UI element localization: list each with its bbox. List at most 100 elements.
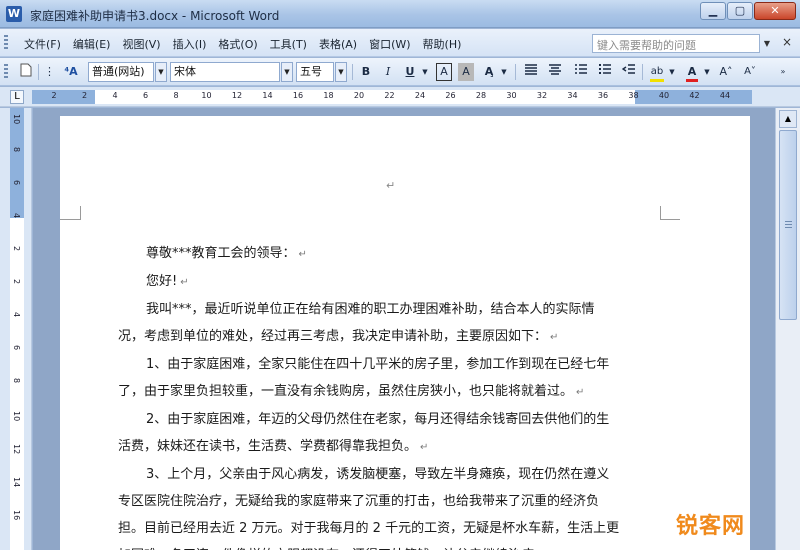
character-shading-button[interactable]: A [458,63,474,81]
new-document-icon[interactable] [18,63,34,81]
ruler-number: 22 [384,91,395,100]
font-size-combo[interactable]: 五号 [296,62,334,82]
document-body[interactable]: 尊敬***教育工会的领导： ↵ 您好! ↵ 我叫***，最近听说单位正在给有困难的职工办… [118,240,658,550]
ruler-number: 28 [475,91,487,100]
ruler-number: 38 [628,91,639,100]
menu-edit[interactable]: 编辑(E) [73,36,111,52]
vruler-number: 4 [12,213,21,219]
scroll-thumb-grip [785,221,792,229]
toolbar-options-chevron-icon[interactable]: » [776,63,790,81]
vruler-number: 12 [12,444,21,455]
shrink-font-button[interactable]: A˅ [740,63,760,81]
vruler-number: 2 [12,279,21,285]
ruler-number: 30 [506,91,517,100]
distribute-align-icon[interactable] [546,63,564,81]
close-button[interactable]: ✕ [754,2,796,20]
justify-icon[interactable] [522,63,540,81]
style-combo[interactable]: 普通(网站) [88,62,154,82]
menu-table[interactable]: 表格(A) [319,36,357,52]
decrease-indent-icon[interactable] [620,63,638,81]
vertical-scrollbar[interactable]: ▲ [775,108,800,550]
bold-button[interactable]: B [358,63,374,81]
tab-selector[interactable]: L [10,90,24,104]
highlight-color-swatch [650,79,664,82]
ruler-number: 42 [689,91,700,100]
menu-tools[interactable]: 工具(T) [270,36,307,52]
ruler-number: 14 [262,91,273,100]
document-line[interactable]: 况，考虑到单位的难处，经过再三考虑，我决定申请补助，主要原因如下： ↵ [118,323,658,351]
ruler-number: 26 [445,91,456,100]
font-color-button[interactable]: A [684,63,700,82]
document-line[interactable]: 担。目前已经用去近 2 万元。对于我每月的 2 千元的工资，无疑是杯水车薪，生活… [118,515,658,542]
vruler-number: 10 [12,114,21,125]
document-line[interactable]: 了，由于家里负担较重，一直没有余钱购房，虽然住房狭小，也只能将就着过。 ↵ [118,378,658,406]
ruler-number: 16 [292,91,304,100]
bulleted-list-icon[interactable] [596,63,614,81]
scroll-up-button[interactable]: ▲ [779,110,797,128]
document-line[interactable]: 3、上个月，父亲由于风心病发，诱发脑梗塞，导致左半身瘫痪，现在仍然在遵义 [118,461,658,488]
document-line[interactable]: 尊敬***教育工会的领导： ↵ [118,240,658,268]
ruler-number: 6 [142,91,149,100]
document-line[interactable]: 您好! ↵ [118,268,658,296]
document-page[interactable]: ↵ 尊敬***教育工会的领导： ↵ 您好! ↵ 我叫***，最近听说单位正在给有困难的职… [60,116,750,550]
window-controls: ▁ ▢ ✕ [700,2,796,20]
document-line-text: 尊敬***教育工会的领导： [146,246,296,261]
document-line[interactable]: 专区医院住院治疗，无疑给我的家庭带来了沉重的打击，也给我带来了沉重的经济负 [118,488,658,515]
toolbar-grip-handle[interactable] [4,64,8,80]
document-line[interactable]: 加困难，冬天连一件像样的衣服都没有，还得四处筹钱，让父亲继续治疗。↵ [118,542,658,550]
document-line[interactable]: 1、由于家庭困难，全家只能住在四十几平米的房子里，参加工作到现在已经七年 [118,351,658,378]
minimize-button[interactable]: ▁ [700,2,726,20]
character-scale-button[interactable]: A̧ [480,63,498,81]
grow-font-button[interactable]: A˄ [716,63,736,81]
underline-dropdown-arrow[interactable]: ▼ [420,63,430,81]
vruler-number: 2 [12,246,21,252]
paragraph-mark: ↵ [386,179,396,192]
menu-format[interactable]: 格式(O) [218,36,257,52]
horizontal-ruler[interactable]: L 2 2 4 6 8 10 12 14 16 18 20 22 24 26 28 30 32 34 36 38 40 4… [0,87,800,107]
help-dropdown-arrow[interactable]: ▼ [760,34,774,53]
document-line-text: 我叫***，最近听说单位正在给有困难的职工办理困难补助，结合本人的实际情 [146,302,595,317]
menu-grip-handle[interactable] [4,35,8,51]
paragraph-mark: ↵ [550,332,559,343]
toolbar-separator [38,64,39,80]
vruler-number: 14 [12,477,21,488]
vertical-ruler[interactable]: 10 8 6 4 2 2 4 6 8 10 12 14 16 [0,108,32,550]
document-canvas[interactable]: ↵ 尊敬***教育工会的领导： ↵ 您好! ↵ 我叫***，最近听说单位正在给有困难的职… [33,108,775,550]
font-combo[interactable]: 宋体 [170,62,280,82]
help-question-input[interactable]: 键入需要帮助的问题 [592,34,760,53]
menu-insert[interactable]: 插入(I) [173,36,207,52]
menu-file[interactable]: 文件(F) [24,36,61,52]
highlight-dropdown-arrow[interactable]: ▼ [667,63,677,81]
paragraph-mark: ↵ [576,387,585,398]
highlight-button[interactable]: ab [648,63,666,82]
menu-view[interactable]: 视图(V) [122,36,160,52]
style-dropdown-arrow[interactable]: ▼ [155,62,167,82]
character-border-button[interactable]: A [436,63,452,81]
document-line[interactable]: 我叫***，最近听说单位正在给有困难的职工办理困难补助，结合本人的实际情 [118,296,658,323]
crop-mark [80,206,81,220]
document-line-text: 担。目前已经用去近 2 万元。对于我每月的 2 千元的工资，无疑是杯水车薪，生活… [118,521,620,536]
font-size-dropdown-arrow[interactable]: ▼ [335,62,347,82]
styles-formatting-icon[interactable]: ⁴A [62,63,80,81]
toolbar-separator [515,64,516,80]
paragraph-mark: ↵ [180,277,189,288]
scroll-thumb[interactable] [779,130,797,320]
italic-button[interactable]: I [380,63,396,81]
ruler-number: 8 [173,91,179,100]
menu-help[interactable]: 帮助(H) [423,36,462,52]
underline-button[interactable]: U [402,63,418,81]
document-line[interactable]: 活费，妹妹还在读书，生活费、学费都得靠我担负。 ↵ [118,433,658,461]
document-line-text: 了，由于家里负担较重，一直没有余钱购房，虽然住房狭小，也只能将就着过。 [118,384,574,399]
font-dropdown-arrow[interactable]: ▼ [281,62,293,82]
maximize-button[interactable]: ▢ [727,2,753,20]
document-line[interactable]: 2、由于家庭困难，年迈的父母仍然住在老家，每月还得结余钱寄回去供他们的生 [118,406,658,433]
ruler-number: 4 [112,91,118,100]
scale-dropdown-arrow[interactable]: ▼ [499,63,509,81]
ruler-number: 20 [353,91,365,100]
numbered-list-icon[interactable] [572,63,590,81]
word-app-icon[interactable]: W [6,6,22,22]
document-close-button[interactable]: × [782,35,792,49]
menu-window[interactable]: 窗口(W) [369,36,410,52]
font-color-dropdown-arrow[interactable]: ▼ [702,63,712,81]
ruler-number: 12 [231,91,243,100]
